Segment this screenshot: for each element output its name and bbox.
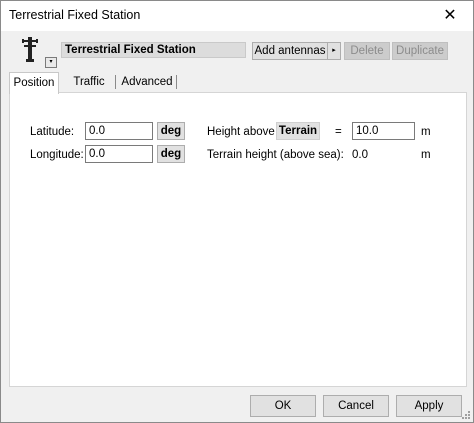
height-reference-button[interactable]: Terrain — [276, 122, 320, 140]
title-bar[interactable]: Terrestrial Fixed Station ✕ — [1, 1, 473, 31]
height-input[interactable]: 10.0 — [352, 122, 415, 140]
longitude-input[interactable]: 0.0 — [85, 145, 153, 163]
delete-button[interactable]: Delete — [344, 42, 390, 60]
terrain-height-unit-label: m — [421, 149, 431, 161]
position-panel: Latitude: 0.0 deg Longitude: 0.0 deg Hei… — [9, 92, 467, 387]
station-name-field[interactable]: Terrestrial Fixed Station — [61, 42, 246, 58]
tab-position[interactable]: Position — [9, 72, 59, 94]
latitude-label: Latitude: — [30, 126, 75, 138]
latitude-input[interactable]: 0.0 — [85, 122, 153, 140]
dialog-window: Terrestrial Fixed Station ✕ ▾ Terrestria… — [0, 0, 474, 423]
radio-tower-icon — [22, 37, 38, 62]
window-title: Terrestrial Fixed Station — [9, 8, 141, 22]
equals-sign: = — [335, 126, 342, 138]
terrain-height-label: Terrain height (above sea): — [207, 149, 344, 161]
ok-button[interactable]: OK — [250, 395, 316, 417]
longitude-unit-button[interactable]: deg — [157, 145, 185, 163]
tab-divider — [115, 75, 116, 89]
add-antennas-arrow-icon[interactable]: ▸ — [327, 42, 341, 60]
height-above-label: Height above — [207, 126, 275, 138]
apply-button[interactable]: Apply — [396, 395, 462, 417]
tab-bar: Position Traffic Advanced — [9, 72, 469, 94]
station-header: ▾ Terrestrial Fixed Station Add antennas… — [1, 31, 473, 71]
add-antennas-button[interactable]: Add antennas — [252, 42, 328, 60]
resize-grip-icon[interactable] — [461, 410, 471, 420]
latitude-unit-button[interactable]: deg — [157, 122, 185, 140]
duplicate-button[interactable]: Duplicate — [392, 42, 448, 60]
tab-advanced[interactable]: Advanced — [119, 72, 175, 92]
cancel-button[interactable]: Cancel — [323, 395, 389, 417]
icon-dropdown-button[interactable]: ▾ — [45, 57, 57, 68]
close-icon[interactable]: ✕ — [427, 1, 473, 31]
longitude-label: Longitude: — [30, 149, 84, 161]
tab-traffic[interactable]: Traffic — [65, 72, 113, 92]
terrain-height-value: 0.0 — [352, 149, 368, 161]
tab-divider — [176, 75, 177, 89]
height-unit-label: m — [421, 126, 431, 138]
